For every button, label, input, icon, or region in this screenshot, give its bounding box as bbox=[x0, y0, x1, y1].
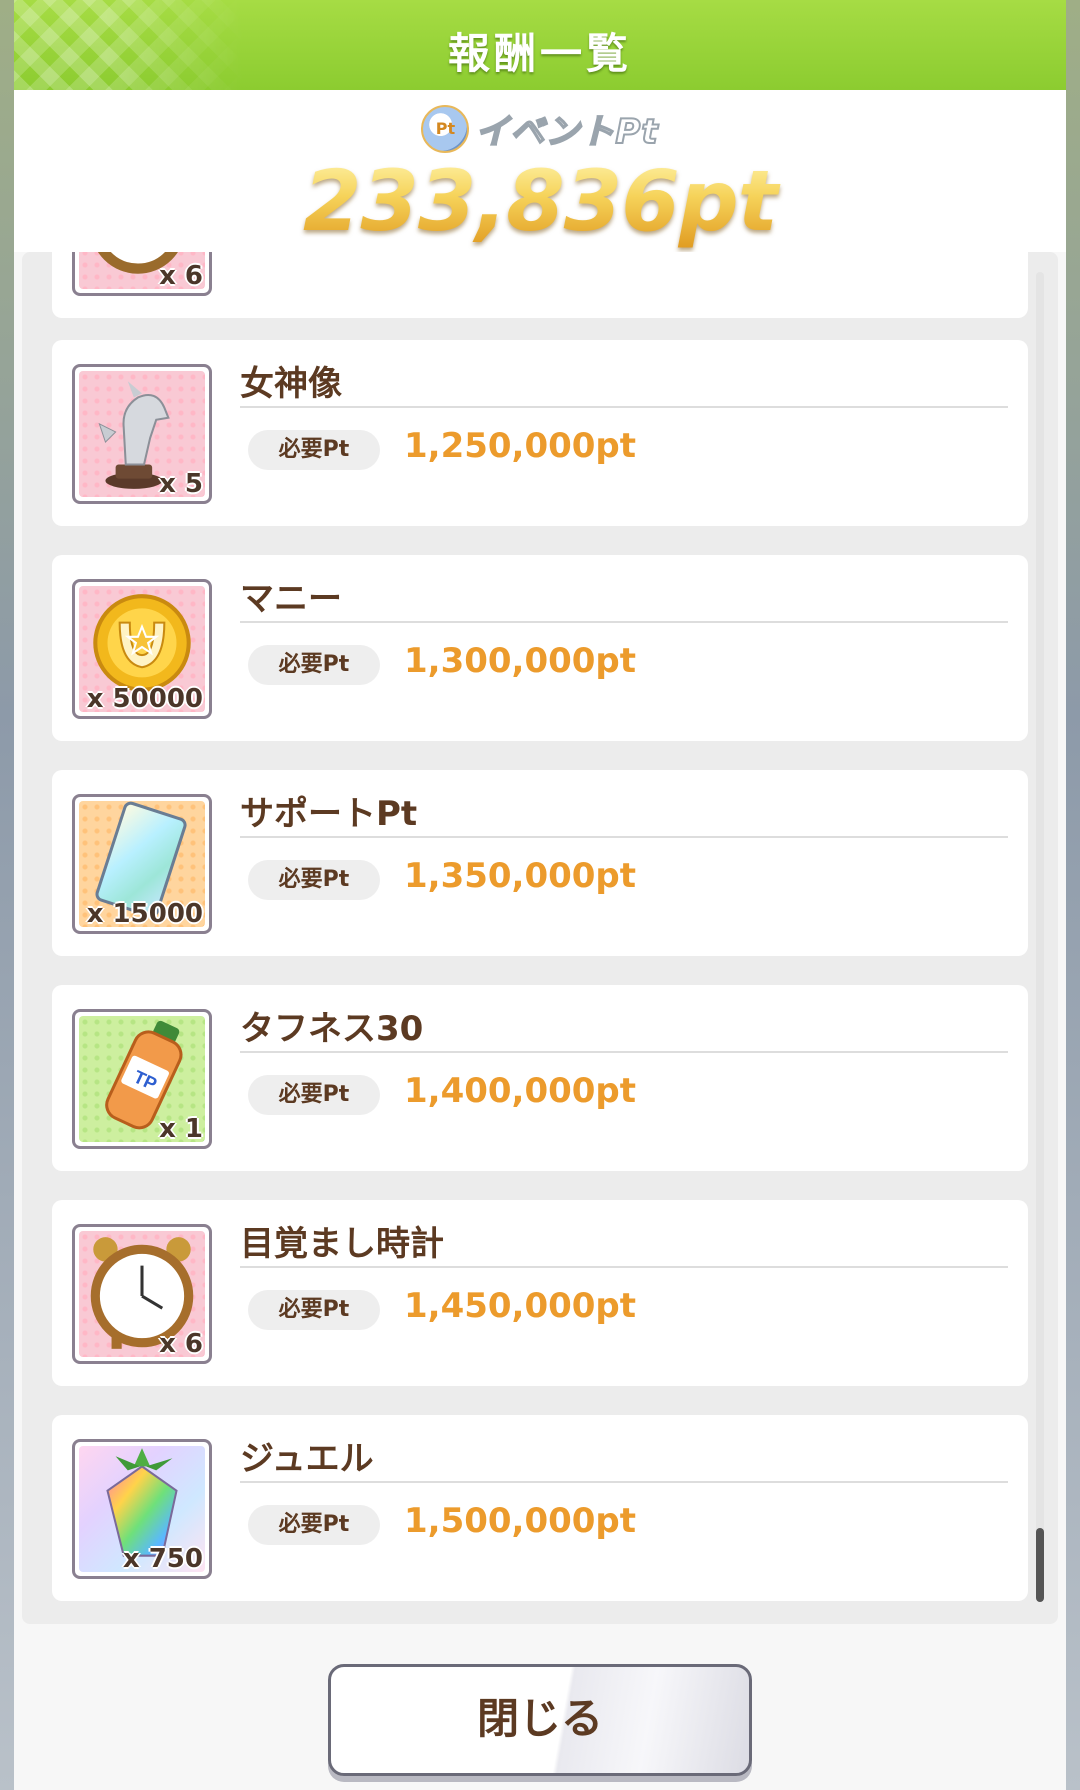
reward-qty: x 6 bbox=[159, 1329, 203, 1359]
required-pt-badge: 必要Pt bbox=[248, 860, 380, 900]
reward-name: タフネス30 bbox=[240, 1009, 424, 1049]
required-pt-badge: 必要Pt bbox=[248, 1505, 380, 1545]
required-pt-value: 1,400,000pt bbox=[404, 1071, 637, 1111]
event-pt-coin-icon: Pt bbox=[421, 104, 470, 153]
required-pt-value: 1,300,000pt bbox=[404, 641, 637, 681]
required-pt-badge: 必要Pt bbox=[248, 1290, 380, 1330]
reward-card: x 50000 マニー 必要Pt 1,300,000pt bbox=[52, 555, 1028, 741]
divider bbox=[240, 406, 1008, 408]
reward-icon: TP x 1 bbox=[72, 1009, 212, 1149]
reward-name: サポートPt bbox=[240, 794, 418, 834]
required-pt-value: 1,350,000pt bbox=[404, 856, 637, 896]
reward-name: 目覚まし時計 bbox=[240, 1224, 444, 1264]
reward-qty: x 5 bbox=[159, 469, 203, 499]
reward-icon: x 6 bbox=[72, 1224, 212, 1364]
divider bbox=[240, 621, 1008, 623]
reward-icon: x 5 bbox=[72, 364, 212, 504]
reward-icon: x 750 bbox=[72, 1439, 212, 1579]
event-pt-label: イベントPt bbox=[474, 111, 659, 153]
divider bbox=[240, 1266, 1008, 1268]
required-pt-value: 1,500,000pt bbox=[404, 1501, 637, 1541]
reward-card-partial: x 6 bbox=[52, 252, 1028, 318]
reward-card: x 6 目覚まし時計 必要Pt 1,450,000pt bbox=[52, 1200, 1028, 1386]
reward-name: 女神像 bbox=[240, 364, 342, 404]
reward-icon-partial: x 6 bbox=[72, 252, 212, 296]
reward-list[interactable]: x 6 x 5 女神像 必要Pt 1,250,000pt x 50000 マニー… bbox=[22, 252, 1058, 1624]
reward-qty: x 750 bbox=[122, 1544, 203, 1574]
scrollbar[interactable] bbox=[1036, 272, 1044, 1602]
reward-qty: x 50000 bbox=[86, 684, 203, 714]
reward-qty: x 6 bbox=[159, 261, 203, 291]
required-pt-badge: 必要Pt bbox=[248, 1075, 380, 1115]
scroll-thumb[interactable] bbox=[1036, 1528, 1044, 1602]
coin-text: Pt bbox=[435, 119, 456, 138]
reward-name: ジュエル bbox=[240, 1439, 374, 1479]
event-points-panel: Pt イベントPt 233,836pt bbox=[14, 90, 1066, 252]
reward-icon: x 50000 bbox=[72, 579, 212, 719]
reward-qty: x 1 bbox=[159, 1114, 203, 1144]
required-pt-badge: 必要Pt bbox=[248, 645, 380, 685]
reward-name: マニー bbox=[240, 579, 342, 619]
close-button[interactable]: 閉じる bbox=[328, 1664, 752, 1776]
dialog-title: 報酬一覧 bbox=[447, 29, 632, 78]
divider bbox=[240, 1481, 1008, 1483]
divider bbox=[240, 1051, 1008, 1053]
divider bbox=[240, 836, 1008, 838]
dialog-header: 報酬一覧 bbox=[14, 0, 1066, 90]
reward-card: x 15000 サポートPt 必要Pt 1,350,000pt bbox=[52, 770, 1028, 956]
reward-card: TP x 1 タフネス30 必要Pt 1,400,000pt bbox=[52, 985, 1028, 1171]
rewards-dialog: 報酬一覧 Pt イベントPt 233,836pt x 6 x 5 女神像 必要P… bbox=[14, 0, 1066, 1790]
required-pt-value: 1,250,000pt bbox=[404, 426, 637, 466]
required-pt-badge: 必要Pt bbox=[248, 430, 380, 470]
reward-card: x 5 女神像 必要Pt 1,250,000pt bbox=[52, 340, 1028, 526]
event-pt-value: 233,836pt bbox=[14, 152, 1066, 250]
reward-card: x 750 ジュエル 必要Pt 1,500,000pt bbox=[52, 1415, 1028, 1601]
reward-qty: x 15000 bbox=[86, 899, 203, 929]
reward-icon: x 15000 bbox=[72, 794, 212, 934]
required-pt-value: 1,450,000pt bbox=[404, 1286, 637, 1326]
